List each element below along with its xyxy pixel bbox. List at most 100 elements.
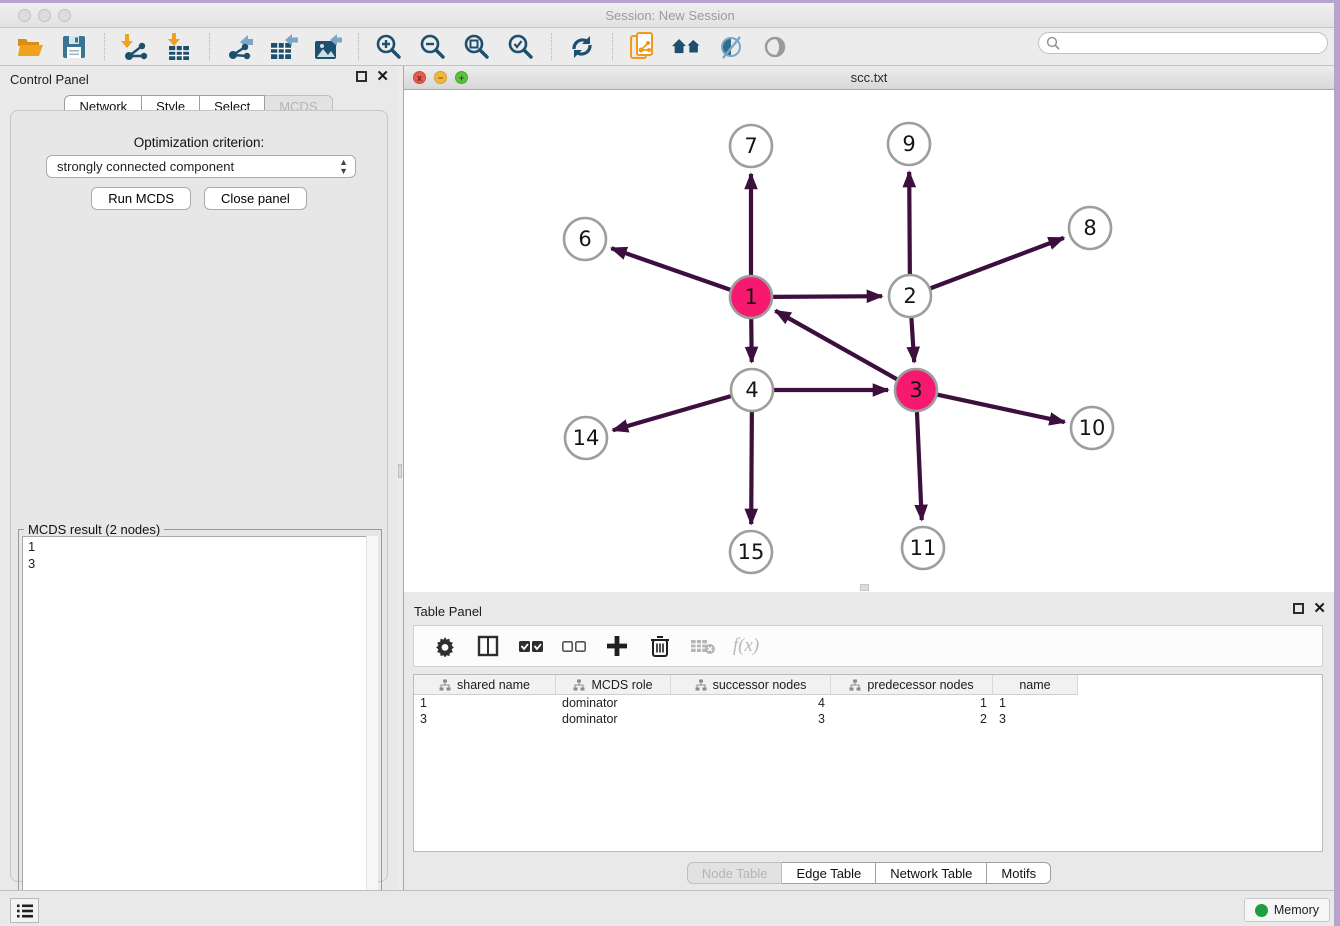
import-network-icon[interactable] <box>120 32 150 62</box>
graph-edge-3-11[interactable] <box>917 412 922 520</box>
criterion-dropdown[interactable]: strongly connected component ▲▼ <box>46 155 356 178</box>
deselect-all-icon[interactable] <box>561 633 587 659</box>
network-graph[interactable]: 7 9 6 8 1 2 4 3 14 10 15 11 <box>404 90 1334 592</box>
column-header-predecessor-nodes[interactable]: predecessor nodes <box>831 675 993 695</box>
delete-table-icon[interactable] <box>690 633 716 659</box>
column-header-successor-nodes[interactable]: successor nodes <box>671 675 831 695</box>
table-cell: 1 <box>831 695 993 711</box>
list-icon <box>16 903 34 919</box>
graph-node-15[interactable]: 15 <box>730 531 772 573</box>
column-type-icon <box>849 679 861 691</box>
function-icon[interactable]: f(x) <box>733 633 759 659</box>
graph-node-8[interactable]: 8 <box>1069 207 1111 249</box>
search-icon <box>1046 36 1060 50</box>
table-cell: 1 <box>414 695 556 711</box>
tab-network-table[interactable]: Network Table <box>876 862 987 884</box>
graph-edge-4-14[interactable] <box>613 396 731 430</box>
table-panel-header: Table Panel ✕ <box>404 598 1334 624</box>
gear-icon[interactable] <box>432 633 458 659</box>
network-canvas[interactable]: 7 9 6 8 1 2 4 3 14 10 15 11 <box>404 90 1334 592</box>
graph-node-label: 3 <box>909 378 922 402</box>
export-table-icon[interactable] <box>269 32 299 62</box>
memory-status-icon <box>1255 904 1268 917</box>
search-input[interactable] <box>1060 34 1327 52</box>
memory-button[interactable]: Memory <box>1244 898 1330 922</box>
open-folder-icon[interactable] <box>15 32 45 62</box>
search-field[interactable] <box>1038 32 1328 54</box>
zoom-selected-icon[interactable] <box>506 32 536 62</box>
graph-node-3[interactable]: 3 <box>895 369 937 411</box>
close-panel-icon[interactable]: ✕ <box>1313 603 1326 614</box>
graph-node-10[interactable]: 10 <box>1071 407 1113 449</box>
graph-edge-2-8[interactable] <box>931 238 1064 288</box>
trash-icon[interactable] <box>647 633 673 659</box>
tab-edge-table[interactable]: Edge Table <box>782 862 876 884</box>
table-cell: dominator <box>556 695 671 711</box>
control-panel: Control Panel ✕ Network Style Select MCD… <box>0 66 397 890</box>
table-body: 1dominator4113dominator323 <box>414 695 1322 727</box>
graph-node-14[interactable]: 14 <box>565 417 607 459</box>
column-header-name[interactable]: name <box>993 675 1078 695</box>
divider-grip[interactable] <box>398 464 402 478</box>
tab-motifs[interactable]: Motifs <box>987 862 1051 884</box>
export-image-icon[interactable] <box>313 32 343 62</box>
panel-divider[interactable] <box>397 66 404 890</box>
column-header-shared-name[interactable]: shared name <box>414 675 556 695</box>
table-cell: 4 <box>671 695 831 711</box>
refresh-icon[interactable] <box>567 32 597 62</box>
table-cell: 3 <box>993 711 1078 727</box>
column-header-MCDS-role[interactable]: MCDS role <box>556 675 671 695</box>
task-history-button[interactable] <box>10 898 39 923</box>
graph-edge-3-10[interactable] <box>938 395 1065 422</box>
mcds-result-list[interactable]: 1 3 <box>22 536 378 899</box>
select-all-icon[interactable] <box>518 633 544 659</box>
table-toolbar: f(x) <box>413 625 1323 667</box>
graph-node-4[interactable]: 4 <box>731 369 773 411</box>
float-panel-icon[interactable] <box>1293 603 1304 614</box>
table-cell: 1 <box>993 695 1078 711</box>
graph-edge-3-1[interactable] <box>775 311 896 379</box>
table-row[interactable]: 3dominator323 <box>414 711 1322 727</box>
table-cell: 2 <box>831 711 993 727</box>
zoom-fit-icon[interactable] <box>462 32 492 62</box>
graph-node-2[interactable]: 2 <box>889 275 931 317</box>
save-icon[interactable] <box>59 32 89 62</box>
graph-node-label: 1 <box>744 285 757 309</box>
float-panel-icon[interactable] <box>356 71 367 82</box>
close-panel-button[interactable]: Close panel <box>204 187 307 210</box>
close-panel-icon[interactable]: ✕ <box>376 71 389 82</box>
graph-node-9[interactable]: 9 <box>888 123 930 165</box>
table-row[interactable]: 1dominator411 <box>414 695 1322 711</box>
clone-network-icon[interactable] <box>628 32 658 62</box>
column-type-icon <box>439 679 451 691</box>
graph-node-7[interactable]: 7 <box>730 125 772 167</box>
graph-node-11[interactable]: 11 <box>902 527 944 569</box>
control-panel-header: Control Panel ✕ <box>0 66 397 92</box>
columns-icon[interactable] <box>475 633 501 659</box>
zoom-in-icon[interactable] <box>374 32 404 62</box>
column-type-icon <box>573 679 585 691</box>
export-network-icon[interactable] <box>225 32 255 62</box>
graph-node-1[interactable]: 1 <box>730 276 772 318</box>
hide-details-icon[interactable] <box>716 32 746 62</box>
eye-icon[interactable] <box>760 32 790 62</box>
home-icon[interactable] <box>672 32 702 62</box>
graph-edge-2-9[interactable] <box>909 172 910 274</box>
column-type-icon <box>695 679 707 691</box>
tab-node-table[interactable]: Node Table <box>687 862 783 884</box>
zoom-out-icon[interactable] <box>418 32 448 62</box>
import-table-icon[interactable] <box>164 32 194 62</box>
graph-edge-2-3[interactable] <box>911 318 914 362</box>
criterion-value: strongly connected component <box>57 159 234 174</box>
canvas-grip[interactable] <box>860 584 869 591</box>
graph-edge-1-2[interactable] <box>773 296 882 297</box>
network-window-titlebar[interactable]: x − + scc.txt <box>404 66 1334 90</box>
add-icon[interactable] <box>604 633 630 659</box>
graph-node-6[interactable]: 6 <box>564 218 606 260</box>
window-focus-border-top <box>0 0 1340 3</box>
mcds-result-group: MCDS result (2 nodes) 1 3 <box>18 529 382 903</box>
graph-edge-1-6[interactable] <box>611 248 730 290</box>
result-scrollbar[interactable] <box>366 536 378 899</box>
graph-edge-4-15[interactable] <box>751 412 752 524</box>
run-mcds-button[interactable]: Run MCDS <box>91 187 191 210</box>
